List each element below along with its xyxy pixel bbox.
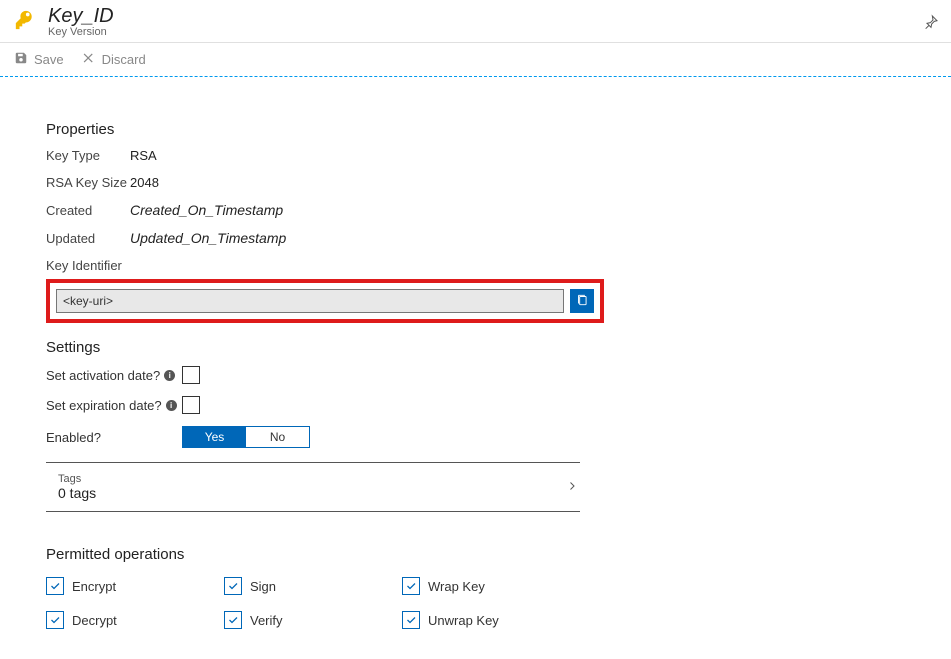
op-checkbox-unwrap-key[interactable] [402,611,420,629]
op-checkbox-sign[interactable] [224,577,242,595]
op-label: Sign [250,579,276,594]
save-icon [14,51,28,68]
prop-row-created: Created Created_On_Timestamp [46,202,650,218]
op-wrap-key: Wrap Key [402,577,580,595]
properties-heading: Properties [46,121,650,138]
expiration-date-row: Set expiration date? i [46,396,650,414]
op-label: Decrypt [72,613,117,628]
prop-row-key-type: Key Type RSA [46,148,650,163]
prop-value: RSA [130,148,157,163]
enabled-row: Enabled? Yes No [46,426,650,448]
enabled-toggle[interactable]: Yes No [182,426,310,448]
op-verify: Verify [224,611,402,629]
content-region: Properties Key Type RSA RSA Key Size 204… [0,77,650,659]
page-header: Key_ID Key Version [0,0,951,43]
expiration-date-checkbox[interactable] [182,396,200,414]
prop-row-updated: Updated Updated_On_Timestamp [46,230,650,246]
expiration-date-label: Set expiration date? i [46,398,182,413]
op-checkbox-decrypt[interactable] [46,611,64,629]
permitted-heading: Permitted operations [46,546,650,563]
info-icon[interactable]: i [164,370,175,381]
key-identifier-label: Key Identifier [46,258,650,273]
op-label: Unwrap Key [428,613,499,628]
pin-button[interactable] [923,13,941,31]
discard-button[interactable]: Discard [82,51,146,68]
op-unwrap-key: Unwrap Key [402,611,580,629]
tags-row[interactable]: Tags 0 tags [46,463,580,512]
op-label: Encrypt [72,579,116,594]
key-icon [8,9,42,35]
prop-label: Updated [46,231,130,246]
close-icon [82,51,96,68]
prop-label: RSA Key Size [46,175,130,190]
op-sign: Sign [224,577,402,595]
op-checkbox-verify[interactable] [224,611,242,629]
save-button[interactable]: Save [14,51,64,68]
enabled-yes[interactable]: Yes [183,427,246,447]
enabled-no[interactable]: No [246,427,309,447]
op-label: Wrap Key [428,579,485,594]
op-decrypt: Decrypt [46,611,224,629]
expiration-date-text: Set expiration date? [46,398,162,413]
prop-value: 2048 [130,175,159,190]
prop-label: Created [46,203,130,218]
tags-count: 0 tags [58,485,96,501]
op-encrypt: Encrypt [46,577,224,595]
info-icon[interactable]: i [166,400,177,411]
discard-label: Discard [102,52,146,67]
op-label: Verify [250,613,283,628]
copy-icon [575,293,589,310]
copy-button[interactable] [570,289,594,313]
page-title: Key_ID [48,6,923,26]
settings-heading: Settings [46,339,650,356]
activation-date-label: Set activation date? i [46,368,182,383]
enabled-text: Enabled? [46,430,101,445]
tags-label: Tags [58,473,96,485]
key-uri-input[interactable] [56,289,564,313]
activation-date-checkbox[interactable] [182,366,200,384]
key-identifier-highlight [46,279,604,323]
activation-date-row: Set activation date? i [46,366,650,384]
prop-value: Created_On_Timestamp [130,202,283,218]
op-checkbox-encrypt[interactable] [46,577,64,595]
activation-date-text: Set activation date? [46,368,160,383]
enabled-label: Enabled? [46,430,182,445]
permitted-ops-grid: Encrypt Sign Wrap Key Decrypt Verify Unw… [46,577,650,629]
page-subtitle: Key Version [48,26,923,38]
toolbar: Save Discard [0,43,951,77]
prop-value: Updated_On_Timestamp [130,230,286,246]
save-label: Save [34,52,64,67]
chevron-right-icon [566,480,578,495]
op-checkbox-wrap-key[interactable] [402,577,420,595]
prop-row-rsa-key-size: RSA Key Size 2048 [46,175,650,190]
prop-label: Key Type [46,148,130,163]
